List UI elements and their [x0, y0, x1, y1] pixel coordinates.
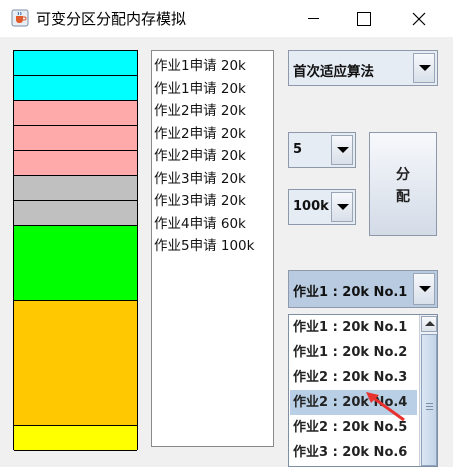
scrollbar-thumb[interactable] [421, 334, 437, 466]
java-cup-icon [11, 9, 29, 27]
allocate-button[interactable]: 分 配 [369, 132, 437, 236]
request-list-item[interactable]: 作业5申请 100k [154, 234, 254, 254]
memory-block [14, 301, 137, 426]
job-select-value: 5 [293, 142, 303, 157]
memory-block [14, 226, 137, 301]
job-select[interactable]: 5 [288, 132, 356, 168]
size-select[interactable]: 100k [288, 189, 356, 225]
memory-block [14, 201, 137, 226]
allocate-button-label-1: 分 [396, 167, 410, 183]
close-button[interactable] [396, 0, 442, 37]
scroll-up-button[interactable] [421, 316, 437, 332]
size-select-value: 100k [293, 199, 329, 214]
block-select-value: 作业1 : 20k No.1 [293, 285, 408, 300]
memory-block [14, 426, 137, 451]
memory-block [14, 101, 137, 126]
request-list-item[interactable]: 作业2申请 20k [154, 99, 246, 119]
algorithm-select[interactable]: 首次适应算法 [288, 50, 438, 86]
dropdown-item[interactable]: 作业1 : 20k No.2 [290, 340, 417, 365]
app-window: 可变分区分配内存模拟 作业1申请 20k 作业1申请 20k 作业2申请 20k 作业… [0, 0, 453, 467]
window-title: 可变分区分配内存模拟 [36, 10, 187, 28]
job-dropdown-button[interactable] [331, 135, 353, 165]
maximize-button[interactable] [340, 0, 386, 37]
memory-block [14, 76, 137, 101]
minimize-button[interactable] [290, 0, 336, 37]
request-list-item[interactable]: 作业1申请 20k [154, 77, 246, 97]
request-list-item[interactable]: 作业1申请 20k [154, 54, 246, 74]
size-dropdown-button[interactable] [331, 192, 353, 222]
memory-block [14, 51, 137, 76]
algorithm-dropdown-button[interactable] [413, 53, 435, 83]
memory-map [13, 50, 138, 451]
request-list-item[interactable]: 作业3申请 20k [154, 189, 246, 209]
algorithm-select-value: 首次适应算法 [293, 64, 374, 80]
dropdown-scrollbar[interactable] [419, 315, 437, 466]
memory-block [14, 151, 137, 176]
title-bar: 可变分区分配内存模拟 [0, 0, 453, 37]
dropdown-item[interactable]: 作业1 : 20k No.1 [290, 315, 417, 340]
dropdown-item[interactable]: 作业3 : 20k No.6 [290, 440, 417, 465]
request-list[interactable]: 作业1申请 20k 作业1申请 20k 作业2申请 20k 作业2申请 20k 作业2申… [151, 50, 274, 447]
request-list-item[interactable]: 作业3申请 20k [154, 167, 246, 187]
block-select[interactable]: 作业1 : 20k No.1 [288, 270, 438, 308]
main-panel: 作业1申请 20k 作业1申请 20k 作业2申请 20k 作业2申请 20k 作业2申… [0, 37, 453, 467]
allocate-button-label-2: 配 [396, 189, 410, 205]
memory-block [14, 126, 137, 151]
red-arrow-annotation-icon [366, 392, 405, 422]
request-list-item[interactable]: 作业2申请 20k [154, 144, 246, 164]
memory-block [14, 176, 137, 201]
request-list-item[interactable]: 作业2申请 20k [154, 122, 246, 142]
block-dropdown-button[interactable] [413, 273, 435, 305]
request-list-item[interactable]: 作业4申请 60k [154, 212, 246, 232]
close-icon [412, 12, 426, 26]
